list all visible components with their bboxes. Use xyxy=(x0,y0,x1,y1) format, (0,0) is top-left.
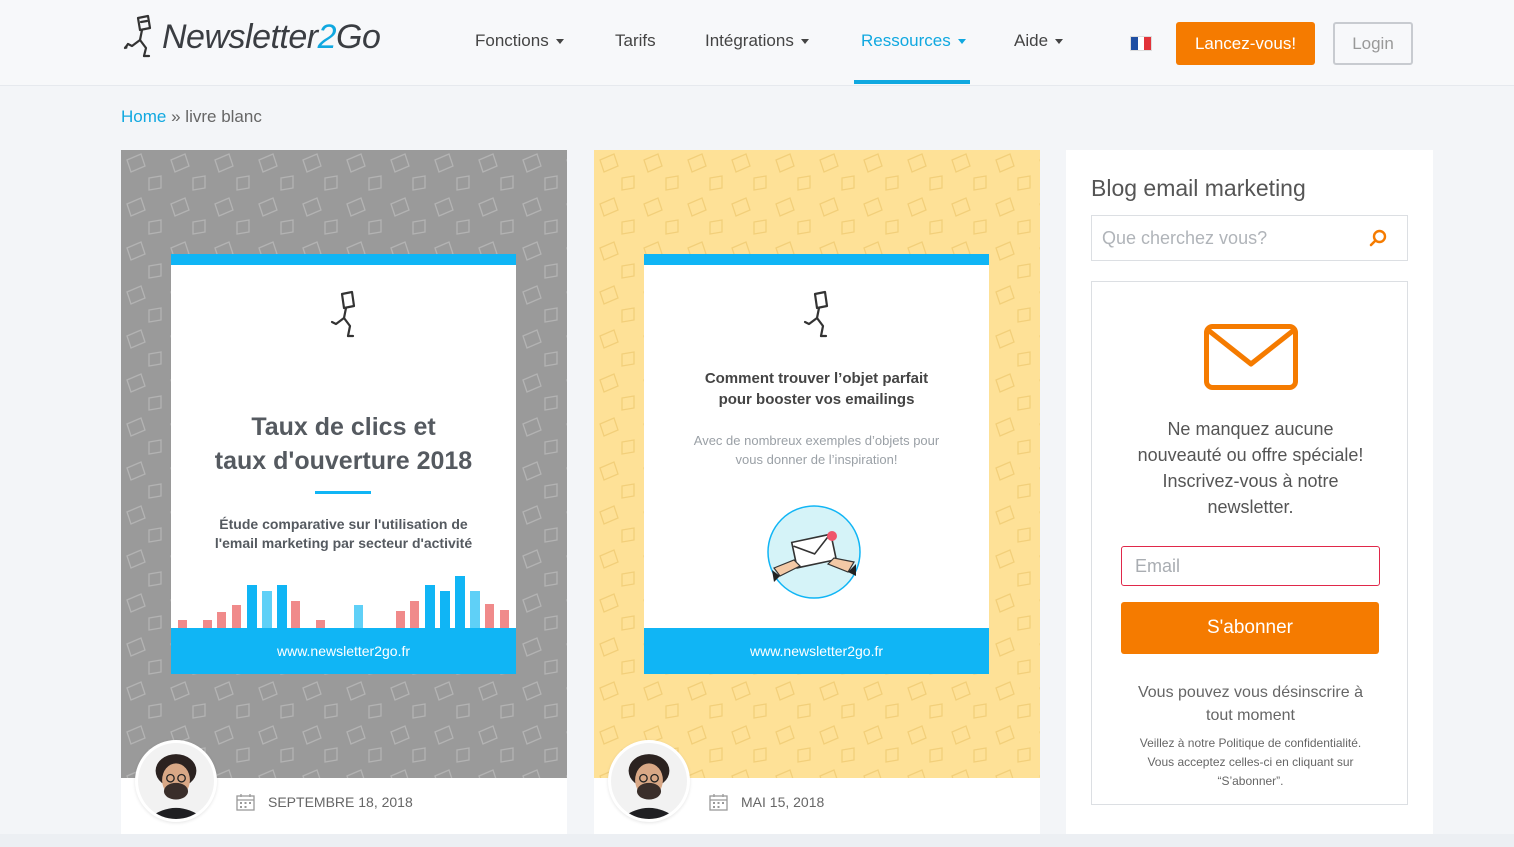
caret-down-icon xyxy=(957,38,966,44)
nav-item-aide[interactable]: Aide xyxy=(1014,31,1064,51)
handshake-envelope-icon xyxy=(767,505,861,599)
active-nav-indicator xyxy=(854,80,970,84)
ebook-title: Comment trouver l’objet parfait pour boo… xyxy=(704,370,929,408)
envelope-icon xyxy=(1204,324,1298,390)
caret-down-icon xyxy=(800,38,809,44)
post-date: SEPTEMBRE 18, 2018 xyxy=(236,793,413,811)
ebook-cover: Comment trouver l’objet parfait pour boo… xyxy=(644,254,989,674)
ebook-subtitle: Avec de nombreux exemples d’objets pour … xyxy=(693,433,940,467)
site-logo[interactable]: Newsletter2Go xyxy=(122,14,381,60)
breadcrumb-current: livre blanc xyxy=(185,107,262,126)
ebook-title: Taux de clics et taux d'ouverture 2018 xyxy=(214,413,473,475)
post-cover-image[interactable]: Comment trouver l’objet parfait pour boo… xyxy=(594,150,1040,778)
newsletter-signup: Ne manquez aucune nouveauté ou offre spé… xyxy=(1091,281,1408,805)
login-button[interactable]: Login xyxy=(1333,22,1413,65)
caret-down-icon xyxy=(555,38,564,44)
breadcrumb-home-link[interactable]: Home xyxy=(121,107,166,126)
email-field[interactable] xyxy=(1121,546,1380,586)
ebook-cover: Taux de clics et taux d'ouverture 2018 É… xyxy=(171,254,516,674)
newsletter-pitch: Ne manquez aucune nouveauté ou offre spé… xyxy=(1137,419,1364,517)
logo-runner-icon xyxy=(330,290,356,338)
post-date: MAI 15, 2018 xyxy=(709,793,824,811)
sidebar-title: Blog email marketing xyxy=(1091,175,1306,201)
ebook-url: www.newsletter2go.fr xyxy=(171,628,516,674)
calendar-icon xyxy=(236,794,255,811)
nav-item-tarifs[interactable]: Tarifs xyxy=(615,31,656,51)
unsubscribe-note: Vous pouvez vous désinscrire à tout mome… xyxy=(1137,684,1363,724)
search-icon[interactable] xyxy=(1368,228,1388,248)
breadcrumb-separator: » xyxy=(171,107,181,126)
breadcrumb: Home » livre blanc xyxy=(121,107,262,127)
calendar-icon xyxy=(709,794,728,811)
logo-text: Newsletter2Go xyxy=(162,17,381,56)
privacy-note: Veillez à notre Politique de confidentia… xyxy=(1139,736,1362,788)
title-divider xyxy=(315,491,371,494)
bar-illustration xyxy=(178,576,509,628)
logo-runner-icon xyxy=(803,290,829,338)
sidebar: Blog email marketing Ne manquez aucune n… xyxy=(1066,150,1433,840)
caret-down-icon xyxy=(1055,38,1064,44)
nav-item-integrations[interactable]: Intégrations xyxy=(705,31,809,51)
search-input[interactable] xyxy=(1092,216,1362,260)
subscribe-button[interactable]: S'abonner xyxy=(1121,602,1379,654)
get-started-button[interactable]: Lancez-vous! xyxy=(1176,22,1315,65)
author-avatar xyxy=(608,740,690,822)
france-flag-icon[interactable] xyxy=(1131,37,1152,50)
nav-item-ressources[interactable]: Ressources xyxy=(861,31,966,51)
logo-runner-icon xyxy=(123,14,152,58)
post-card[interactable]: Comment trouver l’objet parfait pour boo… xyxy=(594,150,1040,840)
site-header: Newsletter2Go Fonctions Tarifs Intégrati… xyxy=(0,0,1514,86)
search-box xyxy=(1091,215,1408,261)
post-card[interactable]: Taux de clics et taux d'ouverture 2018 É… xyxy=(121,150,567,840)
nav-item-fonctions[interactable]: Fonctions xyxy=(475,31,564,51)
post-cover-image[interactable]: Taux de clics et taux d'ouverture 2018 É… xyxy=(121,150,567,778)
author-avatar xyxy=(135,740,217,822)
page-bottom-edge xyxy=(0,834,1514,847)
ebook-subtitle: Étude comparative sur l'utilisation de l… xyxy=(214,516,473,551)
ebook-url: www.newsletter2go.fr xyxy=(644,628,989,674)
